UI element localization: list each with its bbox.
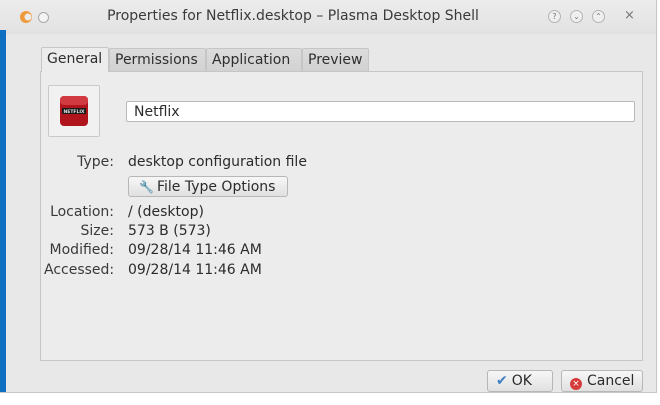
location-label: Location:	[50, 204, 114, 220]
properties-dialog: Properties for Netflix.desktop – Plasma …	[0, 0, 657, 393]
netflix-icon: NETFLIX	[60, 96, 88, 126]
size-value: 573 B (573)	[128, 223, 211, 239]
tab-general[interactable]: General	[41, 47, 109, 72]
cancel-button[interactable]: × Cancel	[561, 370, 643, 392]
tab-application-label: Application	[212, 52, 291, 68]
file-icon-button[interactable]: NETFLIX	[48, 85, 100, 137]
netflix-icon-label: NETFLIX	[64, 109, 86, 115]
checkmark-icon: ✔	[496, 373, 508, 389]
tab-permissions[interactable]: Permissions	[109, 48, 206, 71]
pin-icon[interactable]	[38, 12, 49, 23]
tab-application[interactable]: Application	[206, 48, 302, 71]
ok-button[interactable]: ✔ OK	[487, 370, 553, 392]
help-icon[interactable]: ?	[548, 10, 561, 23]
location-value: / (desktop)	[128, 204, 204, 220]
size-label: Size:	[80, 223, 114, 239]
name-field[interactable]	[126, 101, 635, 122]
tab-general-label: General	[47, 51, 103, 67]
window-border-accent	[0, 30, 6, 392]
modified-label: Modified:	[49, 242, 114, 258]
ok-label: OK	[511, 373, 532, 389]
window-title: Properties for Netflix.desktop – Plasma …	[107, 8, 479, 24]
type-label: Type:	[77, 154, 114, 170]
plasma-app-icon[interactable]	[19, 10, 33, 24]
minimize-icon[interactable]: ⌄	[570, 10, 583, 23]
accessed-label: Accessed:	[44, 262, 115, 278]
file-type-options-button[interactable]: 🔧 File Type Options	[128, 176, 288, 197]
modified-value: 09/28/14 11:46 AM	[128, 242, 262, 258]
close-icon[interactable]: ×	[624, 8, 635, 23]
wrench-icon: 🔧	[139, 180, 154, 194]
title-bar[interactable]: Properties for Netflix.desktop – Plasma …	[0, 0, 656, 34]
tab-preview-label: Preview	[308, 52, 363, 68]
type-value: desktop configuration file	[128, 154, 307, 170]
cancel-label: Cancel	[587, 373, 635, 389]
cancel-icon: ×	[570, 378, 582, 390]
maximize-icon[interactable]: ⌃	[592, 10, 605, 23]
tab-preview[interactable]: Preview	[302, 48, 369, 71]
tab-permissions-label: Permissions	[115, 52, 198, 68]
file-type-options-label: File Type Options	[156, 179, 276, 195]
accessed-value: 09/28/14 11:46 AM	[128, 262, 262, 278]
